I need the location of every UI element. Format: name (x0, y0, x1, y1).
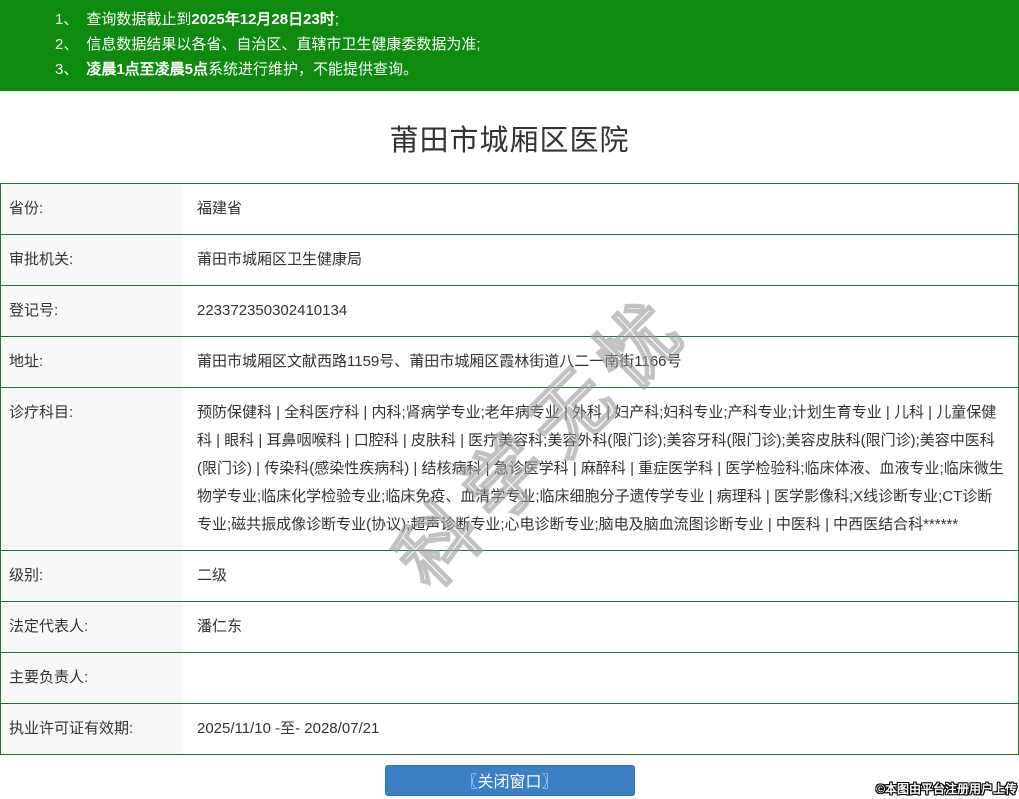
table-row-approval-authority: 审批机关: 莆田市城厢区卫生健康局 (0, 234, 1019, 286)
row-label: 诊疗科目: (0, 387, 183, 551)
notice-line-2: 2、 信息数据结果以各省、自治区、直辖市卫生健康委数据为准; (55, 32, 1009, 57)
notice-line-tail: ; (334, 11, 339, 28)
row-label: 地址: (0, 336, 183, 388)
table-row-level: 级别: 二级 (0, 550, 1019, 602)
table-row-legal-representative: 法定代表人: 潘仁东 (0, 601, 1019, 653)
notice-line-tail: 系统进行维护，不能提供查询。 (208, 61, 419, 78)
row-value: 预防保健科 | 全科医疗科 | 内科;肾病学专业;老年病专业 | 外科 | 妇产… (183, 387, 1019, 551)
table-row-registration-number: 登记号: 223372350302410134 (0, 285, 1019, 337)
row-value (183, 652, 1019, 704)
notice-line-number: 2、 (55, 36, 79, 53)
notice-line-number: 1、 (55, 11, 79, 28)
notice-banner: 1、 查询数据截止到2025年12月28日23时; 2、 信息数据结果以各省、自治区… (0, 0, 1019, 91)
close-window-button[interactable]: 〖关闭窗口〗 (384, 765, 635, 796)
page-title: 莆田市城厢区医院 (389, 125, 630, 157)
button-row: 〖关闭窗口〗 (0, 765, 1019, 796)
notice-line-text: 查询数据截止到 (86, 11, 192, 28)
row-label: 审批机关: (0, 234, 183, 286)
notice-line-1: 1、 查询数据截止到2025年12月28日23时; (55, 7, 1009, 32)
hospital-info-table: 省份: 福建省 审批机关: 莆田市城厢区卫生健康局 登记号: 223372350… (0, 183, 1019, 755)
row-value: 2025/11/10 -至- 2028/07/21 (183, 703, 1019, 755)
row-label: 主要负责人: (0, 652, 183, 704)
notice-line-3: 3、 凌晨1点至凌晨5点系统进行维护，不能提供查询。 (55, 57, 1009, 82)
table-row-address: 地址: 莆田市城厢区文献西路1159号、莆田市城厢区霞林街道八二一南街1166号 (0, 336, 1019, 388)
table-row-license-validity: 执业许可证有效期: 2025/11/10 -至- 2028/07/21 (0, 703, 1019, 755)
row-label: 登记号: (0, 285, 183, 337)
notice-line-text: 信息数据结果以各省、自治区、直辖市卫生健康委数据为准; (86, 36, 481, 53)
table-row-province: 省份: 福建省 (0, 183, 1019, 235)
row-value: 莆田市城厢区卫生健康局 (183, 234, 1019, 286)
upload-note: ©本图由平台注册用户上传 (876, 782, 1017, 796)
row-label: 省份: (0, 183, 183, 235)
row-value: 二级 (183, 550, 1019, 602)
row-value: 莆田市城厢区文献西路1159号、莆田市城厢区霞林街道八二一南街1166号 (183, 336, 1019, 388)
row-value: 潘仁东 (183, 601, 1019, 653)
row-label: 法定代表人: (0, 601, 183, 653)
table-row-main-person-in-charge: 主要负责人: (0, 652, 1019, 704)
row-label: 级别: (0, 550, 183, 602)
row-label: 执业许可证有效期: (0, 703, 183, 755)
row-value: 223372350302410134 (183, 285, 1019, 337)
notice-line-number: 3、 (55, 61, 79, 78)
table-row-medical-subjects: 诊疗科目: 预防保健科 | 全科医疗科 | 内科;肾病学专业;老年病专业 | 外… (0, 387, 1019, 551)
row-value: 福建省 (183, 183, 1019, 235)
notice-line-bold: 凌晨1点至凌晨5点 (86, 61, 209, 78)
notice-line-bold: 2025年12月28日23时 (191, 11, 335, 28)
